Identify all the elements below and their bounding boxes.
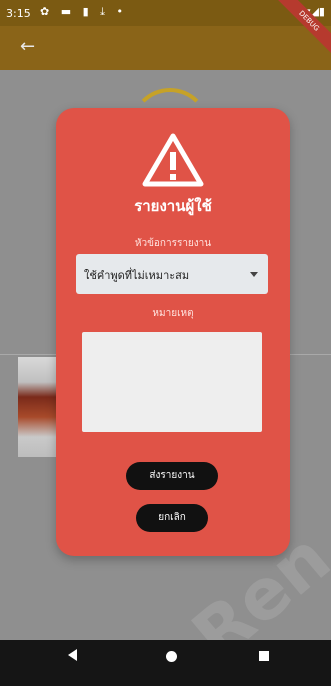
back-arrow-icon[interactable]: ← <box>20 36 35 57</box>
status-time: 3:15 <box>6 7 31 20</box>
note-label: หมายเหตุ <box>152 308 194 319</box>
nav-back-icon[interactable] <box>68 649 77 661</box>
report-user-dialog: รายงานผู้ใช้ หัวข้อการรายงาน ใช้คำพูดที่… <box>56 108 290 556</box>
chevron-down-icon <box>250 272 258 277</box>
send-report-button[interactable]: ส่งรายงาน <box>126 462 218 490</box>
nav-recent-apps-icon[interactable] <box>259 651 269 661</box>
report-topic-value: ใช้คำพูดที่ไม่เหมาะสม <box>84 269 190 282</box>
warning-icon <box>142 133 204 187</box>
nav-home-icon[interactable] <box>166 651 177 662</box>
note-field[interactable] <box>82 332 262 432</box>
dialog-title: รายงานผู้ใช้ <box>134 197 212 215</box>
app-bar <box>0 26 331 70</box>
report-topic-label: หัวข้อการรายงาน <box>134 238 212 249</box>
cancel-button[interactable]: ยกเลิก <box>136 504 208 532</box>
system-navigation-bar <box>0 640 331 686</box>
report-topic-dropdown[interactable]: ใช้คำพูดที่ไม่เหมาะสม <box>76 254 268 294</box>
food-thumbnail[interactable] <box>18 357 56 457</box>
status-left-icons: ✿ ▬ ▮ ⤓ • <box>40 5 127 18</box>
